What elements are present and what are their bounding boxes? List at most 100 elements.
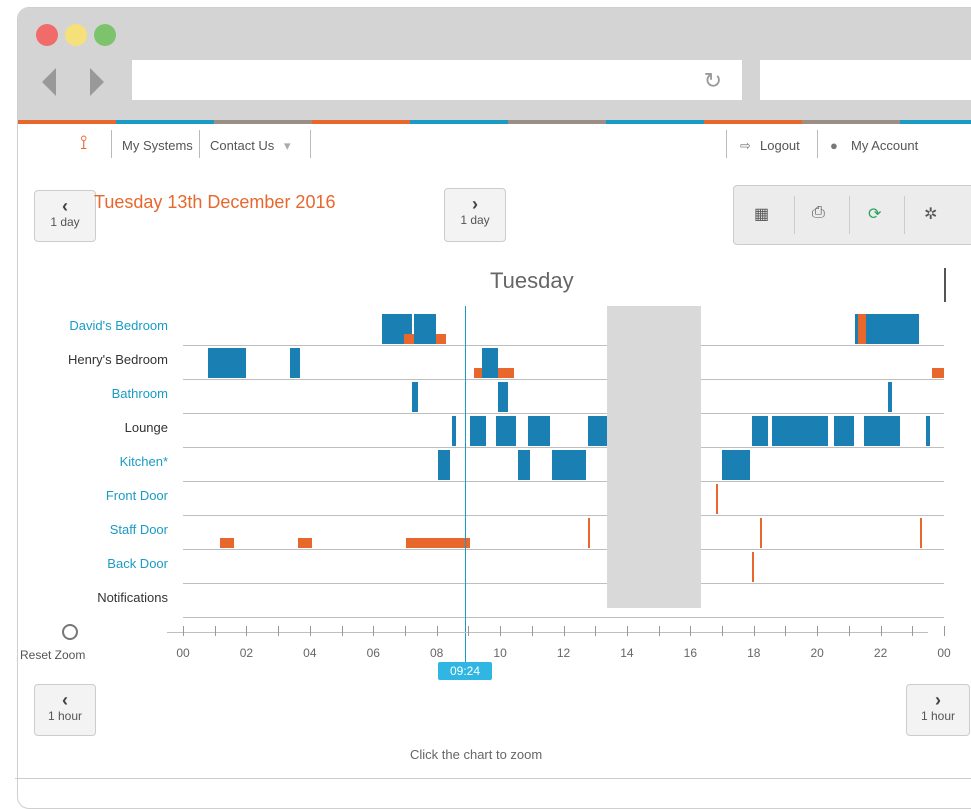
chevron-right-icon: › [935,690,941,710]
search-bar[interactable] [760,60,971,100]
activity-bar [452,416,456,446]
axis-tick [753,626,755,636]
chevron-left-icon: ‹ [62,690,68,710]
row-gridline [183,617,944,618]
next-hour-button[interactable]: › 1 hour [906,684,970,736]
activity-bar [752,552,754,582]
tick-label: 00 [937,646,951,660]
row-gridline [183,447,944,448]
activity-bar [438,450,450,480]
axis-tick [468,626,470,636]
reload-icon[interactable]: ↻ [704,68,722,94]
row-label[interactable]: Back Door [0,556,168,571]
activity-bar [752,416,768,446]
axis-tick [436,626,438,636]
row-label: Henry's Bedroom [67,352,168,367]
tick-label: 02 [239,646,254,660]
browser-chrome: ↻ [18,8,971,120]
nav-logout[interactable]: Logout [760,138,800,153]
axis-tick [944,626,945,636]
gear-icon[interactable]: ✲ [924,204,937,224]
current-time-line [465,306,466,668]
activity-bar [208,348,246,378]
tick-label: 12 [556,646,571,660]
zoom-out-icon [62,624,78,640]
tick-label: 08 [429,646,444,660]
nav-my-account[interactable]: My Account [851,138,918,153]
next-day-button[interactable]: › 1 day [444,188,506,242]
activity-bar [220,538,234,548]
axis-tick [848,626,850,636]
axis-tick [309,626,311,636]
row-label[interactable]: Front Door [0,488,168,503]
row-gridline [183,413,944,414]
day-label: Tuesday [490,268,574,293]
row-label[interactable]: Bathroom [0,386,168,401]
prev-day-button[interactable]: ‹ 1 day [34,190,96,242]
maximize-dot[interactable] [94,24,116,46]
tick-label: 10 [493,646,507,660]
tick-label: 18 [747,646,761,660]
axis-tick [373,626,375,636]
axis-tick [531,626,533,636]
tick-label: 20 [810,646,824,660]
tick-label: 16 [683,646,697,660]
activity-bar [926,416,930,446]
axis-tick [214,626,216,636]
axis-tick [404,626,406,636]
axis-tick [785,626,787,636]
axis-tick [912,626,914,636]
row-gridline [183,345,944,346]
close-dot[interactable] [36,24,58,46]
toolbar: ▦ ⎙ ⟳ ✲ [733,185,971,245]
address-bar[interactable]: ↻ [132,60,742,100]
top-nav: ⟟ My Systems Contact Us ▾ ⇨ Logout ● My … [0,118,971,170]
activity-bar [482,348,498,378]
activity-bar [772,416,828,446]
row-gridline [183,549,944,550]
row-gridline [183,379,944,380]
print-icon[interactable]: ⎙ [812,204,825,222]
tick-label: 22 [873,646,888,660]
row-gridline [183,515,944,516]
activity-bar [888,382,892,412]
day-boundary [944,268,946,302]
zoom-hint: Click the chart to zoom [410,747,543,762]
axis-tick [595,626,597,636]
activity-bar [858,314,866,344]
chevron-down-icon: ▾ [284,138,291,153]
activity-bar [436,334,446,344]
row-label[interactable]: Staff Door [0,522,168,537]
activity-bar [864,416,900,446]
forward-arrow-icon[interactable] [90,68,104,96]
tick-label: 04 [303,646,317,660]
prev-hour-button[interactable]: ‹ 1 hour [34,684,96,736]
back-arrow-icon[interactable] [42,68,56,96]
row-gridline [183,583,944,584]
activity-bar [406,538,470,548]
activity-bar [528,416,550,446]
activity-bar [722,450,750,480]
minimize-dot[interactable] [65,24,87,46]
axis-tick [690,626,692,636]
axis-tick [183,626,184,636]
current-time-badge: 09:24 [438,662,492,680]
nav-my-systems[interactable]: My Systems [122,138,193,153]
axis-tick [500,626,502,636]
nav-contact-us[interactable]: Contact Us [210,138,274,153]
network-logo-icon[interactable]: ⟟ [80,132,87,155]
row-label: Notifications [97,590,168,605]
activity-bar [588,518,590,548]
activity-bar [716,484,718,514]
refresh-icon[interactable]: ⟳ [868,204,881,224]
axis-tick [278,626,280,636]
activity-bar [496,416,516,446]
activity-bar [412,382,418,412]
row-label[interactable]: David's Bedroom [0,318,168,333]
activity-bar [290,348,300,378]
activity-bar [498,382,508,412]
axis-tick [626,626,628,636]
axis-tick [563,626,565,636]
row-label[interactable]: Kitchen* [0,454,168,469]
calendar-icon[interactable]: ▦ [754,204,769,224]
